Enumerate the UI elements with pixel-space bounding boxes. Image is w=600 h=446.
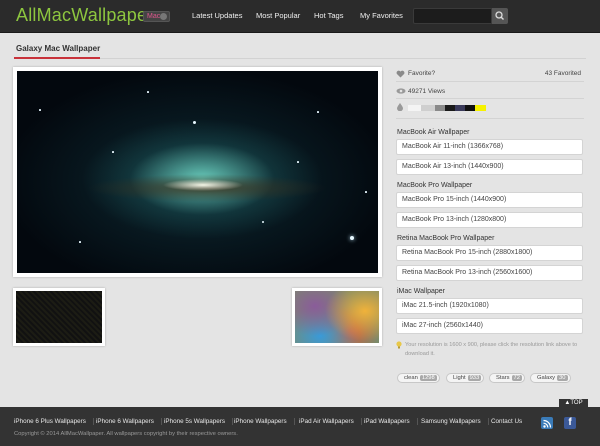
thumbnail-image	[16, 291, 102, 343]
thumbnail-image	[295, 291, 379, 343]
group-label-macbook-pro: MacBook Pro Wallpaper	[397, 182, 473, 189]
resolution-link[interactable]: MacBook Air 11-inch (1366x768)	[396, 139, 583, 155]
tag-name: clean	[404, 375, 418, 381]
eye-icon	[396, 88, 406, 94]
tag-count: 72	[511, 375, 522, 381]
page-title: Galaxy Mac Wallpaper	[16, 44, 101, 53]
galaxy-wallpaper-image	[17, 71, 378, 273]
color-swatch	[421, 105, 435, 111]
tag-clean[interactable]: clean 1298	[397, 373, 440, 383]
tag-name: Galaxy	[537, 375, 556, 381]
nav-my-favorites[interactable]: My Favorites	[360, 11, 403, 20]
color-swatch	[408, 105, 421, 111]
star	[193, 121, 196, 124]
footer	[0, 407, 600, 446]
site-logo[interactable]: AllMacWallpaper	[16, 5, 153, 26]
tag-count: 933	[467, 375, 482, 381]
related-wallpaper-thumbnail[interactable]	[292, 288, 382, 346]
color-swatch	[475, 105, 486, 111]
footer-link[interactable]: iPad Air Wallpapers	[299, 418, 362, 425]
title-underline-accent	[14, 57, 100, 59]
resolution-link[interactable]: Retina MacBook Pro 13-inch (2560x1600)	[396, 265, 583, 281]
star	[317, 111, 319, 113]
color-swatch	[455, 105, 465, 111]
nav-hot-tags[interactable]: Hot Tags	[314, 11, 343, 20]
related-wallpaper-thumbnail[interactable]	[13, 288, 105, 346]
platform-selector[interactable]: Mac	[143, 11, 170, 22]
tag-name: Light	[453, 375, 466, 381]
view-count: 49271 Views	[408, 88, 446, 95]
favorite-button[interactable]: Favorite?	[408, 70, 435, 77]
nav-most-popular[interactable]: Most Popular	[256, 11, 300, 20]
tag-count: 1298	[419, 375, 437, 381]
resolution-link[interactable]: iMac 21.5-inch (1920x1080)	[396, 298, 583, 314]
search-icon	[495, 11, 504, 20]
nav-latest-updates[interactable]: Latest Updates	[192, 11, 242, 20]
tag-galaxy[interactable]: Galaxy 30	[530, 373, 571, 383]
back-to-top-button[interactable]: ▲TOP	[559, 399, 588, 408]
heart-icon[interactable]	[396, 70, 405, 78]
platform-label: Mac	[147, 13, 161, 20]
star	[350, 236, 354, 240]
favorited-count: 43 Favorited	[544, 70, 581, 77]
group-label-imac: iMac Wallpaper	[397, 288, 445, 295]
footer-link[interactable]: iPhone Wallpapers	[234, 418, 295, 425]
lightbulb-icon	[396, 341, 402, 349]
back-to-top-label: TOP	[570, 400, 583, 406]
footer-link[interactable]: Samsung Wallpapers	[421, 418, 489, 425]
color-swatch	[435, 105, 445, 111]
tag-name: Stars	[496, 375, 510, 381]
rss-symbol	[543, 419, 552, 428]
star	[79, 241, 81, 243]
star	[297, 161, 299, 163]
footer-link-contact[interactable]: Contact Us	[491, 418, 529, 425]
resolution-link[interactable]: iMac 27-inch (2560x1440)	[396, 318, 583, 334]
color-drop-icon	[397, 103, 403, 111]
search-button[interactable]	[492, 8, 508, 24]
group-label-retina-macbook-pro: Retina MacBook Pro Wallpaper	[397, 235, 495, 242]
wallpaper-preview[interactable]	[13, 67, 382, 277]
copyright: Copyright © 2014 AllMacWallpaper. All wa…	[14, 431, 238, 437]
divider	[396, 81, 584, 82]
dropdown-caret-icon	[160, 13, 167, 20]
footer-link[interactable]: iPhone 6 Wallpapers	[96, 418, 162, 425]
resolution-link[interactable]: MacBook Pro 13-inch (1280x800)	[396, 212, 583, 228]
resolution-link[interactable]: Retina MacBook Pro 15-inch (2880x1800)	[396, 245, 583, 261]
star	[112, 151, 114, 153]
tag-stars[interactable]: Stars 72	[489, 373, 525, 383]
color-palette	[408, 105, 486, 111]
star	[147, 91, 149, 93]
tag-count: 30	[557, 375, 568, 381]
star	[365, 191, 367, 193]
color-swatch	[465, 105, 475, 111]
footer-link[interactable]: iPhone 5s Wallpapers	[164, 418, 234, 425]
resolution-hint: Your resolution is 1600 x 900, please cl…	[405, 342, 578, 357]
star	[39, 109, 41, 111]
group-label-macbook-air: MacBook Air Wallpaper	[397, 129, 470, 136]
rss-icon[interactable]	[541, 417, 553, 429]
footer-link[interactable]: iPad Wallpapers	[364, 418, 418, 425]
divider	[396, 98, 584, 99]
resolution-link[interactable]: MacBook Pro 15-inch (1440x900)	[396, 192, 583, 208]
divider	[396, 118, 584, 119]
tag-light[interactable]: Light 933	[446, 373, 485, 383]
star	[262, 221, 264, 223]
color-swatch	[445, 105, 455, 111]
facebook-icon[interactable]: f	[564, 417, 576, 429]
resolution-link[interactable]: MacBook Air 13-inch (1440x900)	[396, 159, 583, 175]
search-input[interactable]	[413, 8, 492, 24]
footer-link[interactable]: iPhone 6 Plus Wallpapers	[14, 418, 94, 425]
